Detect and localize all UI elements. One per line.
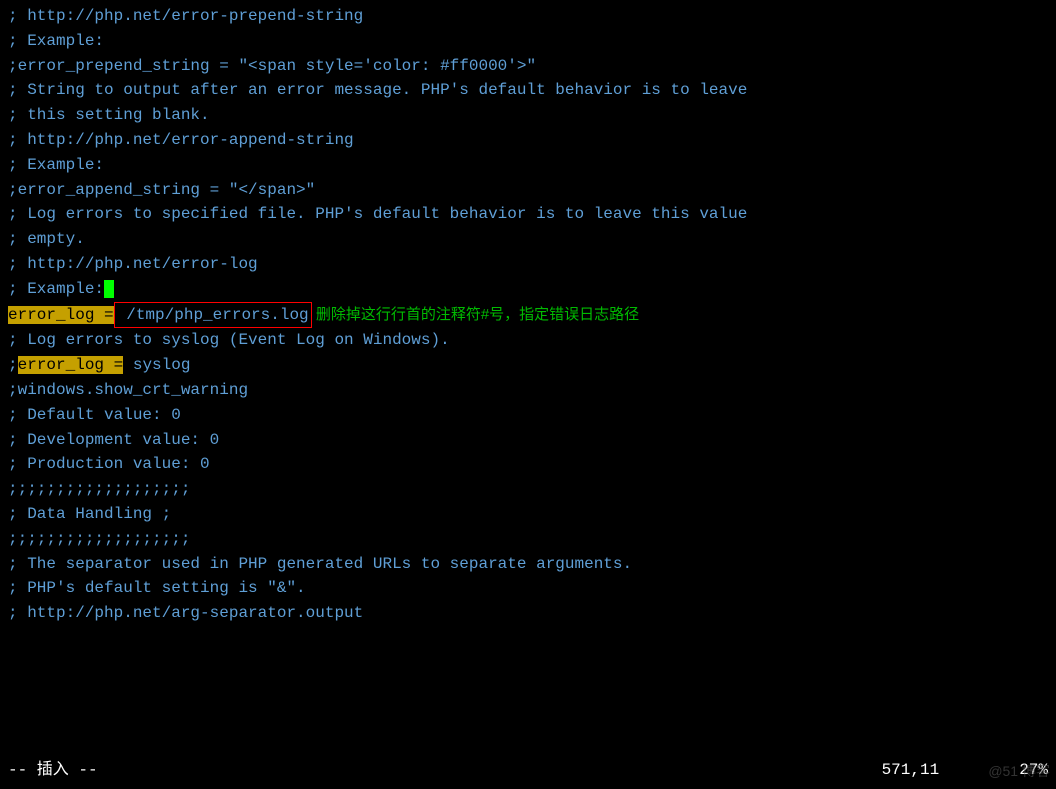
config-line: ; Development value: 0 [8,428,1048,453]
config-line: ; Default value: 0 [8,403,1048,428]
terminal-editor[interactable]: ; http://php.net/error-prepend-string ; … [8,4,1048,626]
cursor-icon [104,280,114,298]
search-match-highlight: error_log = [18,356,124,374]
watermark-text: @51 博客 [988,761,1050,783]
config-line: ; PHP's default setting is "&". [8,576,1048,601]
config-line: ; empty. [8,227,1048,252]
config-line: ;windows.show_crt_warning [8,378,1048,403]
config-line: ; Example: [8,153,1048,178]
config-line: ; Production value: 0 [8,452,1048,477]
config-line: ; String to output after an error messag… [8,78,1048,103]
config-line: ; Data Handling ; [8,502,1048,527]
config-line: ; Log errors to syslog (Event Log on Win… [8,328,1048,353]
config-line: ; Log errors to specified file. PHP's de… [8,202,1048,227]
text-fragment: ; [8,356,18,374]
config-line: ;;;;;;;;;;;;;;;;;;; [8,527,1048,552]
config-line: ; http://php.net/error-log [8,252,1048,277]
search-match-highlight: error_log = [8,306,114,324]
spacer [98,758,882,783]
annotation-text: 删除掉这行行首的注释符#号，指定错误日志路径 [312,306,640,323]
config-line: ;;;;;;;;;;;;;;;;;;; [8,477,1048,502]
config-line: ; http://php.net/error-append-string [8,128,1048,153]
annotation-box: /tmp/php_errors.log [114,302,312,329]
config-line: ; Example: [8,29,1048,54]
text-fragment: syslog [123,356,190,374]
config-line: ; Example: [8,277,1048,302]
config-line: ;error_prepend_string = "<span style='co… [8,54,1048,79]
text-fragment: ; Example: [8,280,104,298]
vim-mode-indicator: -- 插入 -- [8,758,98,783]
config-line: ; http://php.net/error-prepend-string [8,4,1048,29]
config-line: ;error_append_string = "</span>" [8,178,1048,203]
config-line: ; this setting blank. [8,103,1048,128]
vim-status-bar: -- 插入 -- 571,11 27% [8,758,1048,783]
config-line: ;error_log = syslog [8,353,1048,378]
config-line: ; The separator used in PHP generated UR… [8,552,1048,577]
config-line: ; http://php.net/arg-separator.output [8,601,1048,626]
config-line-active: error_log = /tmp/php_errors.log 删除掉这行行首的… [8,302,1048,329]
